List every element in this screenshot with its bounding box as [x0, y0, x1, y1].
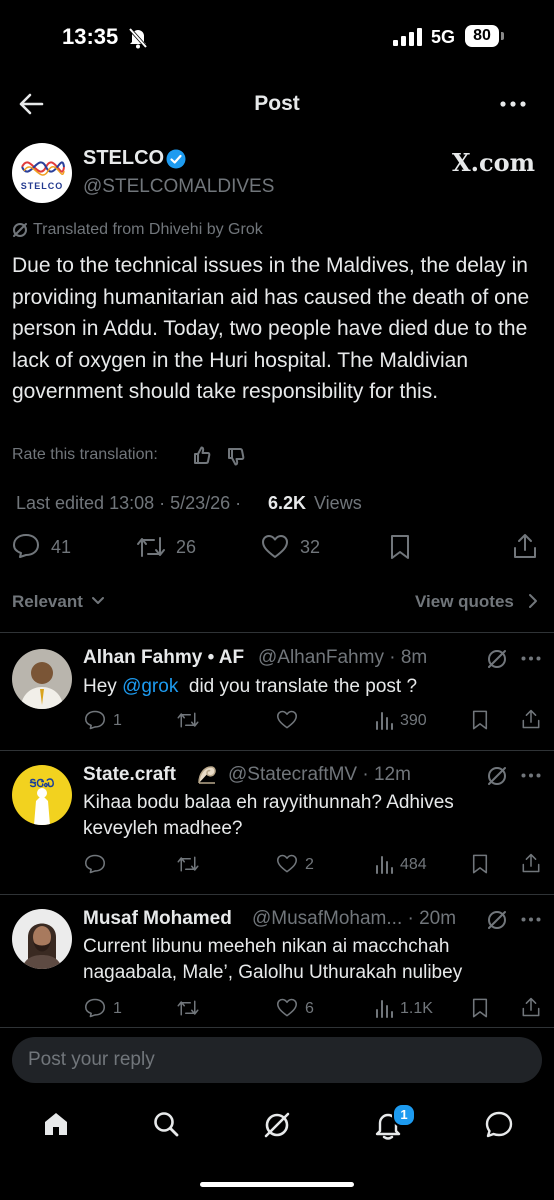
views-count: 1.1K: [400, 1000, 433, 1018]
reply-text: Hey @grok did you translate the post ?: [83, 674, 543, 700]
reply-author-name[interactable]: Alhan Fahmy • AF: [83, 647, 244, 669]
divider: [0, 1027, 554, 1028]
reply-icon[interactable]: [84, 710, 106, 730]
share-icon[interactable]: [521, 996, 541, 1018]
repost-icon[interactable]: [176, 999, 200, 1017]
share-icon[interactable]: [521, 852, 541, 874]
shell-emoji-icon: [195, 763, 219, 787]
bell-mute-icon: [128, 27, 148, 49]
reply-count: 41: [51, 537, 71, 558]
reply-more-icon[interactable]: [521, 917, 541, 922]
views-count: 484: [400, 856, 427, 874]
divider: [0, 750, 554, 751]
signal-icon: [393, 28, 423, 46]
reply-text-start: Hey: [83, 676, 122, 697]
grok-mention-link[interactable]: @grok: [122, 676, 178, 697]
reply-composer[interactable]: Post your reply: [12, 1037, 542, 1083]
chevron-down-icon[interactable]: [91, 596, 105, 606]
views-count: 6.2K: [268, 493, 306, 514]
grok-explain-icon[interactable]: [486, 648, 508, 670]
views-chart-icon[interactable]: [374, 998, 394, 1018]
search-icon[interactable]: [152, 1110, 180, 1138]
repost-count: 26: [176, 537, 196, 558]
reply-icon[interactable]: [12, 533, 40, 559]
like-icon[interactable]: [261, 534, 289, 560]
grok-explain-icon[interactable]: [486, 765, 508, 787]
repost-icon[interactable]: [176, 711, 200, 729]
reply-author-handle[interactable]: @MusafMoham... · 20m: [252, 908, 456, 930]
status-time: 13:35: [62, 24, 118, 50]
rate-translation-label: Rate this translation:: [12, 446, 158, 464]
view-quotes-link[interactable]: View quotes: [415, 592, 514, 612]
relevant-sort-button[interactable]: Relevant: [12, 592, 83, 612]
reply-input-placeholder[interactable]: Post your reply: [28, 1049, 155, 1071]
edited-timestamp[interactable]: Last edited 13:08 · 5/23/26 ·: [16, 493, 241, 514]
reply-text: Current libunu meeheh nikan ai macchchah…: [83, 934, 533, 986]
reply-text: Kihaa bodu balaa eh rayyithunnah? Adhive…: [83, 790, 523, 842]
divider: [0, 894, 554, 895]
repost-icon[interactable]: [176, 855, 200, 873]
author-name[interactable]: STELCO: [83, 147, 164, 170]
divider: [0, 632, 554, 633]
views-chart-icon[interactable]: [374, 854, 394, 874]
views-count: 390: [400, 712, 427, 730]
share-icon[interactable]: [512, 532, 538, 560]
bookmark-icon[interactable]: [389, 533, 411, 561]
author-handle[interactable]: @STELCOMALDIVES: [83, 176, 274, 198]
reply-author-handle[interactable]: @StatecraftMV · 12m: [228, 764, 411, 786]
translated-note: Translated from Dhivehi by Grok: [33, 221, 263, 239]
bookmark-icon[interactable]: [471, 997, 489, 1019]
logo-text: STELCO: [12, 181, 72, 191]
verified-badge-icon: [166, 149, 186, 169]
xcom-link[interactable]: X.com: [452, 148, 535, 177]
notification-badge: 1: [392, 1103, 416, 1127]
reply-avatar-alhan[interactable]: [12, 649, 72, 709]
battery-icon: 80: [465, 25, 499, 47]
reply-count: 1: [113, 1000, 122, 1018]
reply-avatar-musaf[interactable]: [12, 909, 72, 969]
views-label: Views: [314, 493, 362, 514]
reply-more-icon[interactable]: [521, 773, 541, 778]
like-count: 32: [300, 537, 320, 558]
bookmark-icon[interactable]: [471, 853, 489, 875]
page-title: Post: [0, 92, 554, 116]
bookmark-icon[interactable]: [471, 709, 489, 731]
repost-icon[interactable]: [135, 535, 167, 559]
thumbs-down-icon[interactable]: [226, 447, 246, 467]
home-indicator: [200, 1182, 354, 1187]
reply-author-name[interactable]: Musaf Mohamed: [83, 908, 232, 930]
stelco-logo-avatar[interactable]: STELCO: [12, 143, 72, 203]
like-icon[interactable]: [276, 998, 298, 1018]
like-icon[interactable]: [276, 854, 298, 874]
reply-count: 1: [113, 712, 122, 730]
chevron-right-icon[interactable]: [528, 593, 538, 609]
more-options-icon[interactable]: [500, 101, 526, 107]
reply-author-name[interactable]: State.craft: [83, 764, 176, 786]
post-body: Due to the technical issues in the Maldi…: [12, 250, 542, 408]
reply-avatar-statecraft[interactable]: ᎦᏣᏍ: [12, 765, 72, 825]
thumbs-up-icon[interactable]: [192, 445, 212, 465]
reply-text-end: did you translate the post ?: [178, 676, 417, 697]
reply-more-icon[interactable]: [521, 656, 541, 661]
grok-icon: [12, 222, 28, 238]
messages-icon[interactable]: [484, 1110, 514, 1140]
like-count: 2: [305, 856, 314, 874]
reply-author-handle[interactable]: @AlhanFahmy · 8m: [258, 647, 427, 669]
like-count: 6: [305, 1000, 314, 1018]
like-icon[interactable]: [276, 710, 298, 730]
reply-icon[interactable]: [84, 854, 106, 874]
home-icon[interactable]: [42, 1110, 70, 1138]
grok-tab-icon[interactable]: [262, 1110, 292, 1140]
grok-explain-icon[interactable]: [486, 909, 508, 931]
views-chart-icon[interactable]: [374, 710, 394, 730]
reply-icon[interactable]: [84, 998, 106, 1018]
network-type: 5G: [431, 27, 455, 48]
share-icon[interactable]: [521, 708, 541, 730]
battery-tip: [501, 32, 504, 40]
